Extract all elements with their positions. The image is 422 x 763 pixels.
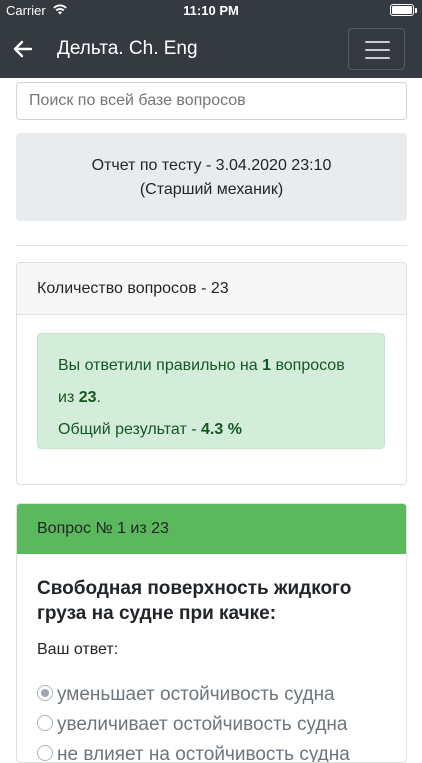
total-count: 23 bbox=[78, 389, 97, 406]
page-title: Дельта. Ch. Eng bbox=[57, 38, 198, 59]
navbar: Дельта. Ch. Eng bbox=[0, 20, 422, 78]
question-text: Свободная поверхность жидкого груза на с… bbox=[37, 578, 352, 624]
report-title: Отчет по тесту - 3.04.2020 23:10 bbox=[91, 157, 332, 174]
radio-checked-icon[interactable] bbox=[37, 685, 53, 701]
divider bbox=[16, 245, 407, 246]
report-subtitle: (Старший механик) bbox=[139, 181, 284, 198]
answer-label: Ваш ответ: bbox=[37, 641, 119, 658]
test-report-panel: Отчет по тесту - 3.04.2020 23:10 (Старши… bbox=[16, 133, 407, 221]
summary-card: Количество вопросов - 23 Вы ответили пра… bbox=[16, 262, 407, 485]
result-percent: 4.3 % bbox=[201, 421, 242, 438]
overall-result: Общий результат - 4.3 % bbox=[58, 421, 242, 438]
question-card: Вопрос № 1 из 23 Свободная поверхность ж… bbox=[16, 503, 407, 763]
answer-option[interactable]: не влияет на остойчивость судна bbox=[37, 744, 350, 762]
arrow-left-icon[interactable] bbox=[12, 38, 34, 60]
radio-unchecked-icon[interactable] bbox=[37, 745, 53, 761]
menu-toggle-button[interactable] bbox=[348, 28, 405, 70]
hamburger-menu-icon bbox=[365, 41, 390, 43]
search-input[interactable] bbox=[16, 82, 407, 120]
result-alert: Вы ответили правильно на 1 вопросов из 2… bbox=[37, 333, 385, 449]
answer-option[interactable]: уменьшает остойчивость судна bbox=[37, 684, 335, 706]
correct-answers-text: Вы ответили правильно на 1 вопросов из 2… bbox=[58, 357, 345, 406]
radio-unchecked-icon[interactable] bbox=[37, 715, 53, 731]
battery-icon bbox=[390, 4, 417, 16]
correct-count: 1 bbox=[262, 357, 271, 374]
question-card-header: Вопрос № 1 из 23 bbox=[17, 504, 406, 554]
summary-card-header: Количество вопросов - 23 bbox=[17, 263, 406, 315]
answer-option[interactable]: увеличивает остойчивость судна bbox=[37, 714, 347, 736]
status-bar: Carrier 11:10 PM bbox=[0, 0, 422, 20]
clock: 11:10 PM bbox=[183, 3, 239, 18]
